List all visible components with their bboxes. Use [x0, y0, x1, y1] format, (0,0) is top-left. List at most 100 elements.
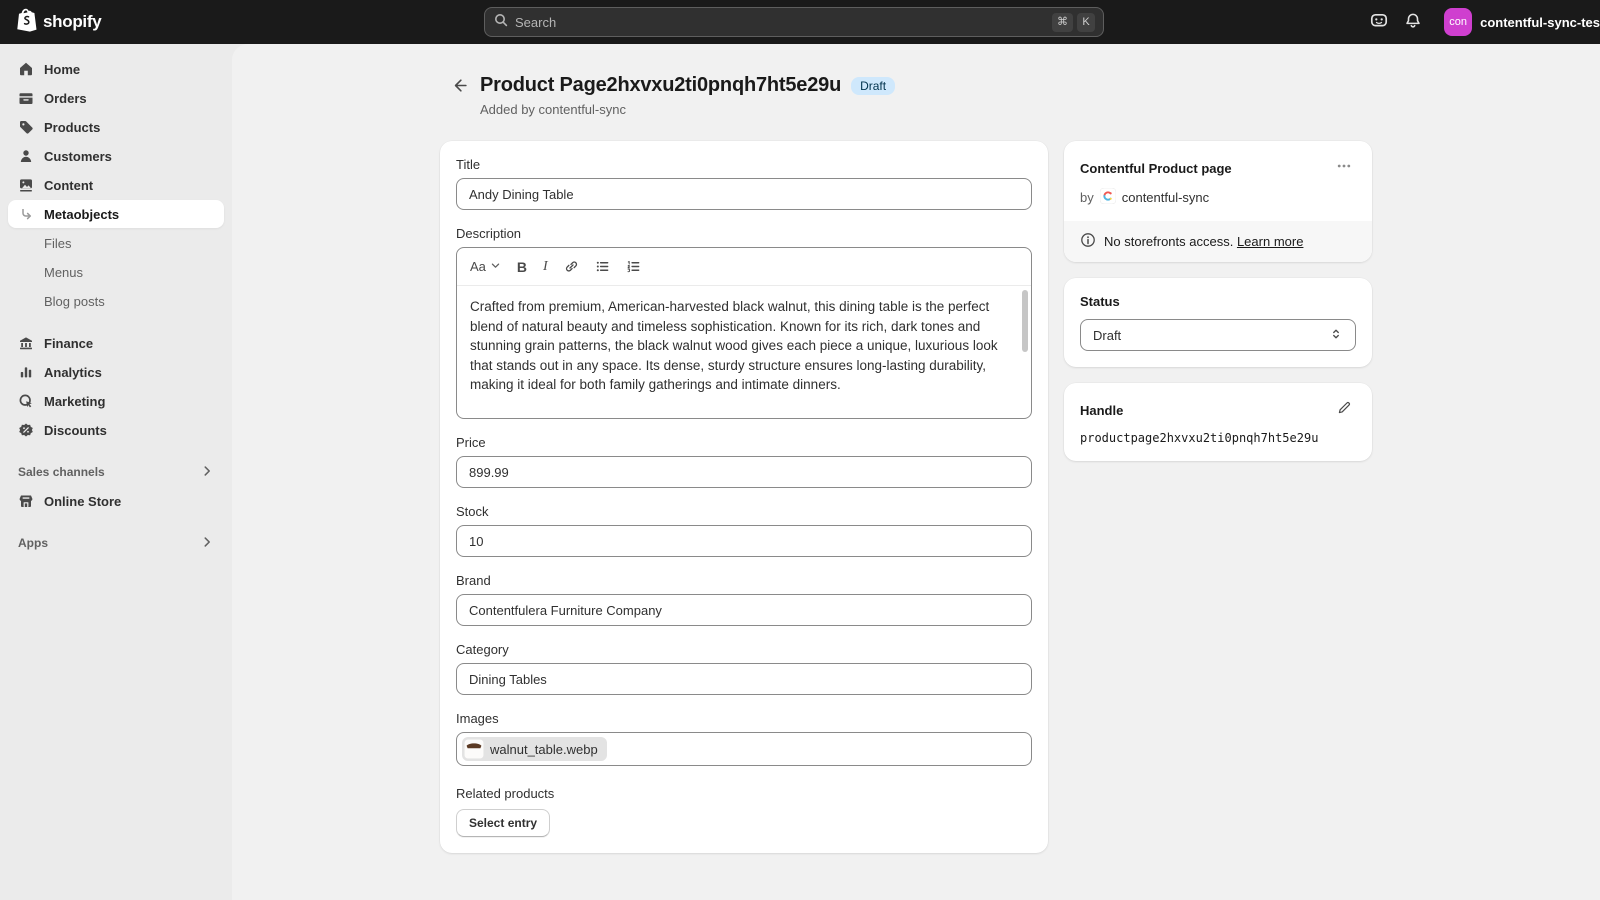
sidebar-item-orders[interactable]: Orders — [8, 84, 224, 112]
description-field[interactable]: Crafted from premium, American-harvested… — [457, 286, 1031, 418]
sidebar-item-content[interactable]: Content — [8, 171, 224, 199]
bullet-list-icon[interactable] — [595, 259, 610, 274]
sidebar-item-products[interactable]: Products — [8, 113, 224, 141]
sidebar-item-label: Blog posts — [44, 294, 105, 309]
chevron-right-icon — [200, 535, 214, 552]
learn-more-link[interactable]: Learn more — [1237, 234, 1303, 249]
content-icon — [18, 177, 34, 193]
page-header: Product Page2hxvxu2ti0pnqh7ht5e29u Draft… — [440, 74, 1372, 117]
image-thumbnail — [464, 739, 484, 759]
apps-label: Apps — [18, 536, 48, 550]
link-icon[interactable] — [564, 259, 579, 274]
sidebar-item-analytics[interactable]: Analytics — [8, 358, 224, 386]
handle-card-title: Handle — [1080, 403, 1123, 418]
sidebar-item-label: Finance — [44, 336, 93, 351]
text-style-label: Aa — [470, 259, 486, 274]
analytics-icon — [18, 364, 34, 380]
pencil-icon — [1337, 400, 1352, 420]
sidekick-button[interactable] — [1362, 6, 1396, 38]
chevron-right-icon — [200, 464, 214, 481]
sidebar-item-label: Analytics — [44, 365, 102, 380]
sidebar-item-label: Discounts — [44, 423, 107, 438]
text-style-dropdown[interactable]: Aa — [470, 258, 501, 276]
image-file-name: walnut_table.webp — [490, 742, 598, 757]
store-avatar: con — [1444, 8, 1472, 36]
category-field-label: Category — [456, 642, 1032, 657]
sidebar-item-metaobjects[interactable]: Metaobjects — [8, 200, 224, 228]
store-name: contentful-sync-tes — [1480, 15, 1600, 30]
title-field[interactable] — [456, 178, 1032, 210]
shopify-logo[interactable]: shopify — [16, 8, 101, 37]
images-field[interactable]: walnut_table.webp — [456, 732, 1032, 766]
bold-button[interactable]: B — [517, 259, 527, 275]
finance-icon — [18, 335, 34, 351]
sidebar-item-label: Marketing — [44, 394, 105, 409]
description-scrollbar[interactable] — [1022, 290, 1028, 352]
marketing-icon — [18, 393, 34, 409]
sidebar-item-label: Menus — [44, 265, 83, 280]
notifications-button[interactable] — [1396, 6, 1430, 38]
main-content: Product Page2hxvxu2ti0pnqh7ht5e29u Draft… — [232, 44, 1600, 900]
price-field-label: Price — [456, 435, 1032, 450]
status-card: Status Draft — [1064, 278, 1372, 367]
sidebar-item-blog-posts[interactable]: Blog posts — [8, 287, 224, 315]
status-badge: Draft — [851, 77, 895, 95]
sidebar-item-customers[interactable]: Customers — [8, 142, 224, 170]
contentful-app-card: Contentful Product page by contentful-sy… — [1064, 141, 1372, 262]
more-actions-button[interactable] — [1332, 157, 1356, 179]
stock-field[interactable] — [456, 525, 1032, 557]
sidebar-section-sales-channels[interactable]: Sales channels — [8, 458, 224, 486]
sidebar-item-files[interactable]: Files — [8, 229, 224, 257]
images-field-label: Images — [456, 711, 1032, 726]
global-search[interactable]: ⌘ K — [484, 7, 1104, 37]
select-entry-button[interactable]: Select entry — [456, 809, 550, 837]
sidebar-item-label: Online Store — [44, 494, 121, 509]
sidebar-item-marketing[interactable]: Marketing — [8, 387, 224, 415]
sidebar-section-apps[interactable]: Apps — [8, 529, 224, 557]
chevron-down-icon — [490, 258, 501, 276]
description-field-label: Description — [456, 226, 1032, 241]
store-account-menu[interactable]: con contentful-sync-tes — [1438, 4, 1600, 40]
italic-button[interactable]: I — [543, 259, 548, 275]
sidebar-item-online-store[interactable]: Online Store — [8, 487, 224, 515]
description-editor: Aa B I Crafted from premium, American-ha… — [456, 247, 1032, 419]
storefront-access-notice: No storefronts access. Learn more — [1064, 221, 1372, 262]
info-icon — [1080, 232, 1096, 251]
price-field[interactable] — [456, 456, 1032, 488]
sidebar-item-label: Products — [44, 120, 100, 135]
bell-icon — [1404, 11, 1422, 34]
sidebar-nav: Home Orders Products Customers Content M… — [0, 44, 232, 900]
title-field-label: Title — [456, 157, 1032, 172]
brand-field-label: Brand — [456, 573, 1032, 588]
related-products-label: Related products — [456, 786, 1032, 801]
category-field[interactable] — [456, 663, 1032, 695]
status-select[interactable]: Draft — [1080, 319, 1356, 351]
sidebar-item-label: Home — [44, 62, 80, 77]
sidebar-item-finance[interactable]: Finance — [8, 329, 224, 357]
sales-channels-label: Sales channels — [18, 465, 105, 479]
search-input[interactable] — [515, 15, 1048, 30]
app-card-title: Contentful Product page — [1080, 161, 1232, 176]
sidebar-item-label: Files — [44, 236, 71, 251]
edit-handle-button[interactable] — [1332, 399, 1356, 421]
brand-field[interactable] — [456, 594, 1032, 626]
k-key-badge: K — [1077, 13, 1095, 32]
sidebar-item-label: Metaobjects — [44, 207, 119, 222]
products-tag-icon — [18, 119, 34, 135]
sidebar-item-home[interactable]: Home — [8, 55, 224, 83]
image-file-chip[interactable]: walnut_table.webp — [462, 737, 607, 761]
app-name: contentful-sync — [1122, 190, 1209, 205]
home-icon — [18, 61, 34, 77]
stock-field-label: Stock — [456, 504, 1032, 519]
page-title: Product Page2hxvxu2ti0pnqh7ht5e29u — [480, 74, 841, 97]
handle-value: productpage2hxvxu2ti0pnqh7ht5e29u — [1080, 431, 1356, 445]
select-updown-icon — [1329, 327, 1343, 344]
entry-form-card: Title Description Aa B — [440, 141, 1048, 853]
contentful-logo-icon — [1100, 188, 1116, 207]
back-button[interactable] — [446, 75, 472, 101]
sidebar-item-discounts[interactable]: Discounts — [8, 416, 224, 444]
status-card-title: Status — [1080, 294, 1356, 309]
search-icon — [493, 12, 509, 33]
sidebar-item-menus[interactable]: Menus — [8, 258, 224, 286]
numbered-list-icon[interactable] — [626, 259, 641, 274]
